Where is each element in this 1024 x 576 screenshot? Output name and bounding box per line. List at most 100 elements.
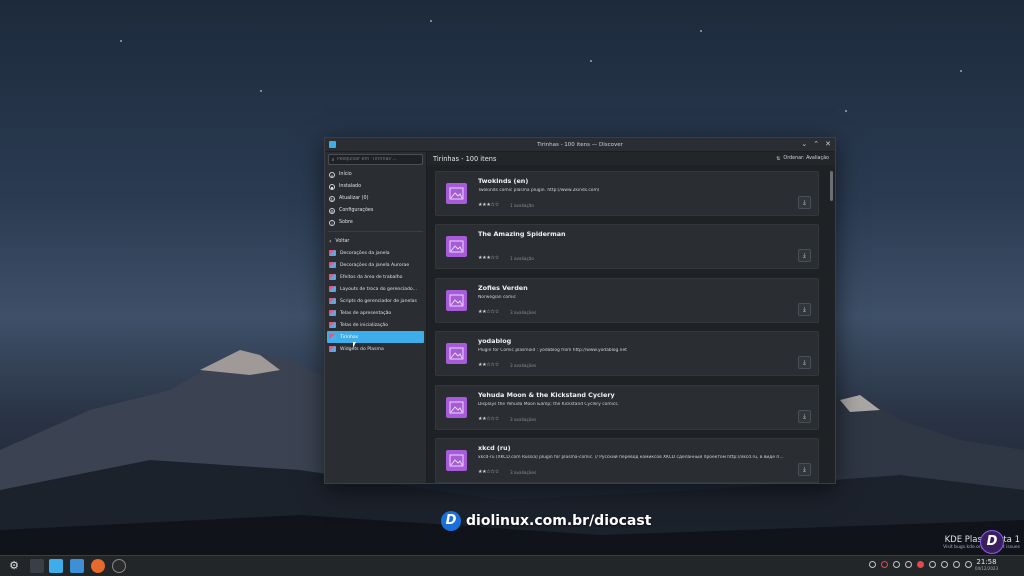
comic-description: xkcd-ru (XKCD.com Russia) plugin for pla…: [478, 454, 784, 460]
main-panel: Tirinhas - 100 itens ⇅ Ordenar: Avaliaçã…: [427, 152, 835, 483]
category-item[interactable]: Decorações da janela: [325, 247, 426, 259]
install-button[interactable]: ⤓: [798, 302, 811, 316]
window-titlebar[interactable]: Tirinhas - 100 itens — Discover ⌄ ⌃ ✕: [325, 138, 835, 152]
search-box[interactable]: ⌕: [328, 154, 423, 165]
install-button[interactable]: ⤓: [798, 356, 811, 370]
clock[interactable]: 21:58 04/12/2023: [975, 558, 998, 571]
sidebar-item-atualizar[interactable]: ↻ Atualizar (0): [325, 193, 426, 205]
rating-count: 1 avaliação: [510, 203, 534, 208]
firefox-icon[interactable]: [91, 559, 105, 573]
category-item[interactable]: Widgets do Plasma: [325, 343, 426, 355]
sidebar-item-instalado[interactable]: ▪ Instalado: [325, 181, 426, 193]
category-icon: [329, 298, 336, 305]
sidebar-item-configuracoes[interactable]: ⚙ Configurações: [325, 205, 426, 217]
watermark-text: diolinux.com.br/diocast: [466, 513, 652, 529]
system-monitor-icon[interactable]: [30, 559, 44, 573]
comic-title: Zofies Verden: [478, 283, 528, 292]
update-icon: ↻: [329, 195, 335, 202]
install-button[interactable]: ⤓: [798, 196, 811, 209]
tray-icon[interactable]: [905, 561, 912, 568]
comic-title: yodablog: [478, 337, 512, 346]
category-item[interactable]: Scripts do gerenciador de janelas: [325, 295, 426, 307]
comic-list: Twokinds (en) Twokinds comic plasma plugi…: [435, 171, 819, 491]
channel-badge-icon: D: [980, 530, 1004, 554]
comic-image-icon: [446, 449, 467, 471]
chevron-left-icon: ‹: [329, 237, 332, 245]
comic-title: xkcd (ru): [478, 443, 511, 452]
file-manager-icon[interactable]: [70, 559, 84, 573]
sidebar-item-inicio[interactable]: ⌂ Início: [325, 169, 426, 181]
category-icon: [329, 286, 336, 293]
download-icon: ⤓: [803, 199, 806, 206]
comic-card[interactable]: The Amazing Spiderman ★★★☆☆ 1 avaliação ⤓: [435, 224, 819, 270]
comic-card[interactable]: yodablog Plugin for Comic plasmoid : yoda…: [435, 331, 819, 377]
sidebar-item-label: Início: [339, 172, 352, 178]
comic-description: Norwegian comic: [478, 294, 516, 300]
close-button[interactable]: ✕: [825, 140, 831, 148]
category-icon: [329, 346, 336, 353]
app-launcher-icon[interactable]: ⚙: [7, 559, 21, 573]
discover-task-icon[interactable]: [49, 559, 63, 573]
back-button[interactable]: ‹ Voltar: [325, 235, 426, 247]
tray-icon[interactable]: [965, 561, 972, 568]
sidebar: ⌕ ⌂ Início ▪ Instalado ↻ Atualizar (0) ⚙…: [325, 152, 427, 483]
comic-card[interactable]: Twokinds (en) Twokinds comic plasma plugi…: [435, 171, 819, 216]
comic-card[interactable]: xkcd (ru) xkcd-ru (XKCD.com Russia) plugi…: [435, 437, 819, 483]
search-icon: ⌕: [331, 156, 335, 163]
tray-icon[interactable]: [881, 561, 888, 568]
comic-card[interactable]: Yehuda Moon & the Kickstand Cyclery Displ…: [435, 384, 819, 430]
comic-description: Twokinds comic plasma plugin. http://www…: [478, 188, 600, 193]
sidebar-item-sobre[interactable]: i Sobre: [325, 217, 426, 229]
category-item[interactable]: Efeitos da área de trabalho: [325, 271, 426, 283]
category-icon: [329, 274, 336, 281]
tray-icon[interactable]: [893, 561, 900, 568]
discover-window: Tirinhas - 100 itens — Discover ⌄ ⌃ ✕ ⌕ …: [324, 137, 836, 484]
comic-image-icon: [446, 343, 467, 365]
maximize-button[interactable]: ⌃: [813, 140, 819, 148]
obs-icon[interactable]: [112, 559, 126, 573]
rating-count: 1 avaliação: [510, 256, 534, 262]
comic-image-icon: [446, 396, 467, 418]
rating-count: 3 avaliações: [510, 363, 537, 369]
sort-icon: ⇅: [776, 155, 781, 162]
star-rating-icon: ★★☆☆☆: [478, 468, 499, 475]
minimize-button[interactable]: ⌄: [801, 140, 807, 148]
tray-icon[interactable]: [869, 561, 876, 568]
comic-description: Displays the Yehuda Moon &amp; the Kicks…: [478, 401, 619, 407]
diolinux-logo-icon: D: [441, 511, 461, 531]
category-item[interactable]: Telas de inicialização: [325, 319, 426, 331]
install-button[interactable]: ⤓: [798, 409, 811, 423]
tray-icon[interactable]: [941, 561, 948, 568]
install-button[interactable]: ⤓: [798, 249, 811, 263]
tray-icon[interactable]: [929, 561, 936, 568]
search-input[interactable]: [337, 157, 417, 162]
category-icon: [329, 334, 336, 341]
download-icon: ⤓: [803, 359, 806, 367]
comic-title: The Amazing Spiderman: [478, 230, 566, 239]
star-rating-icon: ★★★☆☆: [478, 255, 499, 262]
rating-count: 3 avaliações: [510, 416, 537, 422]
back-label: Voltar: [335, 238, 350, 244]
scrollbar[interactable]: [830, 171, 833, 201]
install-button[interactable]: ⤓: [798, 462, 811, 476]
category-item[interactable]: Layouts de troca do gerenciado...: [325, 283, 426, 295]
tray-icon[interactable]: [917, 561, 924, 568]
category-icon: [329, 322, 336, 329]
category-item[interactable]: Telas de apresentação: [325, 307, 426, 319]
sort-button[interactable]: ⇅ Ordenar: Avaliação: [776, 156, 829, 162]
taskbar: ⚙ 21:58 04/12/2023: [0, 555, 1024, 576]
settings-icon: ⚙: [329, 207, 335, 214]
download-icon: ⤓: [803, 465, 806, 473]
tray-icon[interactable]: [953, 561, 960, 568]
comic-card[interactable]: Zofies Verden Norwegian comic ★★☆☆☆ 3 avali…: [435, 277, 819, 323]
home-icon: ⌂: [329, 171, 335, 178]
rating-count: 3 avaliações: [510, 469, 537, 475]
info-icon: i: [329, 219, 335, 226]
rating-count: 3 avaliações: [510, 309, 537, 315]
comic-title: Twokinds (en): [478, 177, 529, 185]
sidebar-item-label: Atualizar (0): [339, 196, 369, 202]
category-item-selected[interactable]: Tirinhas: [327, 331, 424, 344]
category-icon: [329, 250, 336, 257]
installed-icon: ▪: [329, 183, 335, 190]
category-item[interactable]: Decorações da janela Aurorae: [325, 259, 426, 271]
